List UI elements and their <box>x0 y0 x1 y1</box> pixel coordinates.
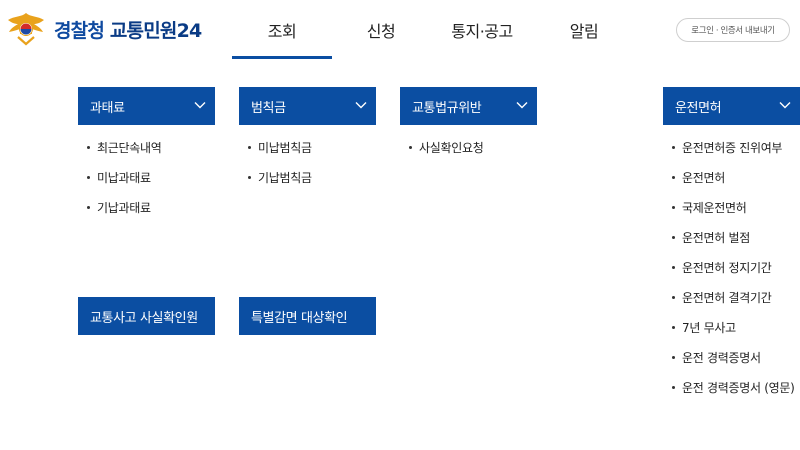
chevron-down-icon <box>355 102 367 109</box>
chevron-down-icon <box>779 102 791 109</box>
bullet-dot-icon <box>672 295 675 299</box>
bullet-dot-icon <box>248 175 251 179</box>
bullet-dot-icon <box>409 145 412 149</box>
submenu-item[interactable]: 미납범칙금 <box>239 132 312 162</box>
bullet-dot-icon <box>87 145 90 149</box>
submenu-item[interactable]: 운전면허 <box>663 162 794 192</box>
site-logo[interactable]: 경찰청 교통민원24 <box>4 10 202 48</box>
chevron-down-icon <box>194 102 206 109</box>
gnb-item-apply[interactable]: 신청 <box>332 0 430 60</box>
submenu-item[interactable]: 운전면허 결격기간 <box>663 282 794 312</box>
gnb-label: 조회 <box>267 22 297 41</box>
bullet-dot-icon <box>672 355 675 359</box>
global-nav: 조회 신청 통지·공고 알림 <box>232 0 634 60</box>
gnb-label: 통지·공고 <box>451 22 513 41</box>
submenu-item[interactable]: 7년 무사고 <box>663 312 794 342</box>
menu-header-label: 운전면허 <box>675 100 722 116</box>
submenu-item[interactable]: 사실확인요청 <box>400 132 484 162</box>
menu-header-label: 교통사고 사실확인원 <box>90 310 198 326</box>
submenu-item[interactable]: 운전면허증 진위여부 <box>663 132 794 162</box>
menu-header-fines[interactable]: 과태료 <box>78 87 215 125</box>
menu-header-label: 범칙금 <box>251 100 286 116</box>
gnb-label: 알림 <box>569 22 599 41</box>
bullet-dot-icon <box>672 235 675 239</box>
bullet-dot-icon <box>672 325 675 329</box>
menu-header-label: 과태료 <box>90 100 125 116</box>
menu-header-license[interactable]: 운전면허 <box>663 87 800 125</box>
login-cert-button[interactable]: 로그인 · 인증서 내보내기 <box>676 18 790 42</box>
bullet-dot-icon <box>672 175 675 179</box>
submenu-item[interactable]: 운전면허 정지기간 <box>663 252 794 282</box>
chevron-down-icon <box>516 102 528 109</box>
submenu-item[interactable]: 미납과태료 <box>78 162 161 192</box>
submenu-item[interactable]: 운전 경력증명서 (영문) <box>663 372 795 402</box>
bullet-dot-icon <box>672 205 675 209</box>
submenu-item[interactable]: 최근단속내역 <box>78 132 162 162</box>
gnb-item-lookup[interactable]: 조회 <box>232 0 332 60</box>
gnb-label: 신청 <box>366 22 396 41</box>
bullet-dot-icon <box>672 145 675 149</box>
bullet-dot-icon <box>248 145 251 149</box>
site-header: 경찰청 교통민원24 조회 신청 통지·공고 알림 로그인 · 인증서 내보내기 <box>0 0 800 60</box>
menu-header-accident[interactable]: 교통사고 사실확인원 <box>78 297 215 335</box>
menu-header-label: 특별감면 대상확인 <box>251 310 348 326</box>
submenu-license: 운전면허증 진위여부 운전면허 국제운전면허 운전면허 벌점 운전면허 정지기간… <box>663 132 795 402</box>
active-underline <box>232 56 332 59</box>
gnb-item-notice[interactable]: 통지·공고 <box>430 0 534 60</box>
site-title: 경찰청 교통민원24 <box>54 19 202 42</box>
submenu-item[interactable]: 기납범칙금 <box>239 162 312 192</box>
submenu-item[interactable]: 운전 경력증명서 <box>663 342 794 372</box>
gnb-item-alert[interactable]: 알림 <box>534 0 634 60</box>
police-emblem-icon <box>8 13 44 46</box>
bullet-dot-icon <box>87 205 90 209</box>
submenu-item[interactable]: 기납과태료 <box>78 192 161 222</box>
submenu-violation: 사실확인요청 <box>400 132 484 162</box>
submenu-item[interactable]: 국제운전면허 <box>663 192 794 222</box>
submenu-item[interactable]: 운전면허 벌점 <box>663 222 794 252</box>
menu-header-violation[interactable]: 교통법규위반 <box>400 87 537 125</box>
bullet-dot-icon <box>672 385 675 389</box>
menu-header-special[interactable]: 특별감면 대상확인 <box>239 297 376 335</box>
menu-header-label: 교통법규위반 <box>412 100 482 116</box>
menu-header-penalty[interactable]: 범칙금 <box>239 87 376 125</box>
submenu-penalty: 미납범칙금 기납범칙금 <box>239 132 312 192</box>
submenu-fines: 최근단속내역 미납과태료 기납과태료 <box>78 132 162 222</box>
bullet-dot-icon <box>672 265 675 269</box>
bullet-dot-icon <box>87 175 90 179</box>
